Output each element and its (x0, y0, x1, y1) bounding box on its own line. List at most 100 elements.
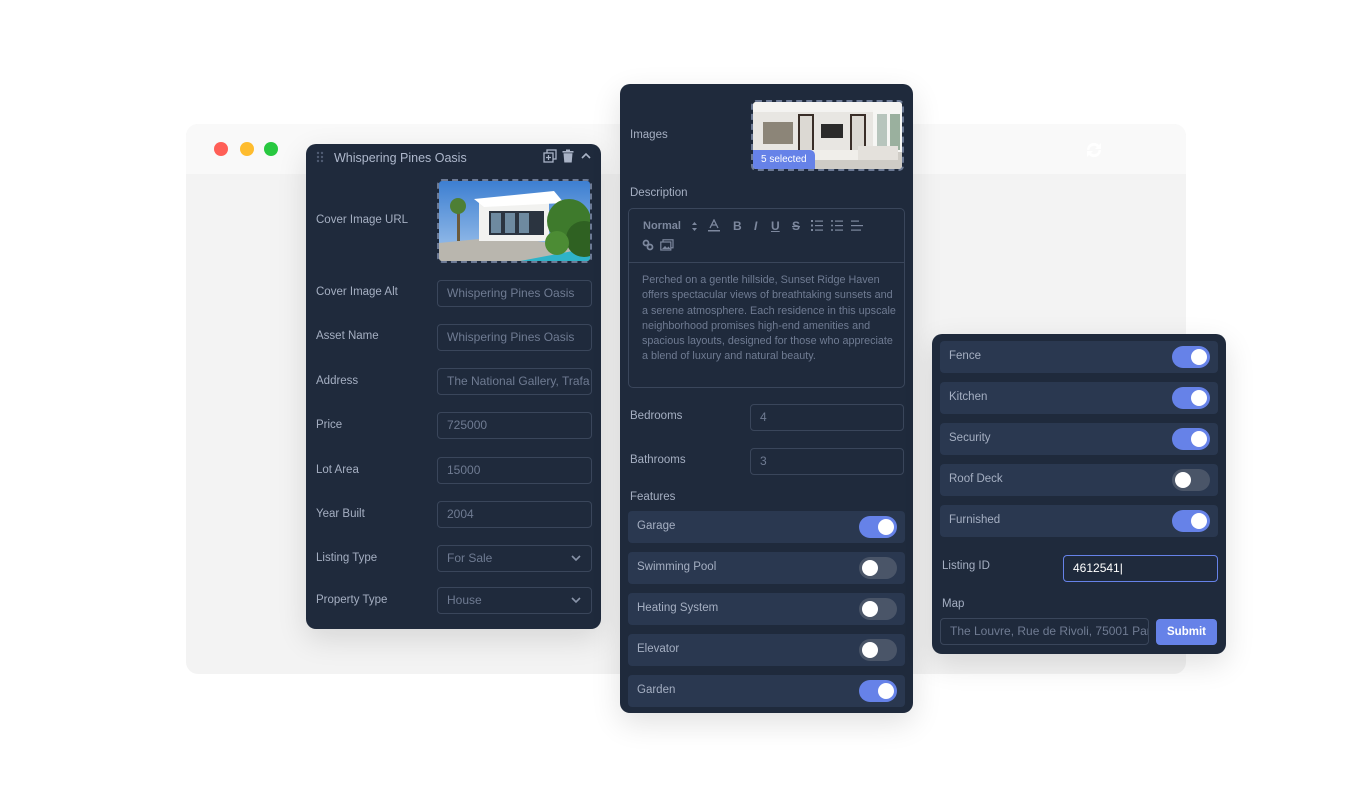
minimize-window-button[interactable] (240, 142, 254, 156)
cover-image-thumbnail (439, 181, 590, 261)
property-type-value: House (447, 593, 482, 607)
feature-label: Roof Deck (949, 473, 1003, 485)
description-label: Description (630, 187, 688, 199)
listing-id-input[interactable]: 4612541| (1063, 555, 1218, 582)
feature-label: Kitchen (949, 391, 988, 403)
description-editor[interactable]: Normal B I U S Perched on a gentle hills… (628, 208, 905, 388)
property-type-label: Property Type (316, 594, 388, 606)
cover-image-dropzone[interactable] (437, 179, 592, 263)
toggle-knob (1191, 431, 1207, 447)
feature-toggle[interactable] (1172, 510, 1210, 532)
duplicate-icon[interactable] (543, 149, 557, 163)
ordered-list-icon[interactable] (811, 220, 823, 231)
listing-type-value: For Sale (447, 551, 493, 565)
feature-row: Garden (628, 675, 905, 707)
toggle-knob (862, 601, 878, 617)
select-arrows-icon (692, 222, 697, 231)
listing-type-select[interactable]: For Sale (437, 545, 592, 572)
cover-image-alt-input[interactable]: Whispering Pines Oasis (437, 280, 592, 307)
feature-label: Heating System (637, 602, 719, 614)
align-icon[interactable] (851, 220, 863, 231)
trash-icon[interactable] (561, 149, 575, 163)
feature-label: Furnished (949, 514, 1001, 526)
address-input[interactable]: The National Gallery, Trafa (437, 368, 592, 395)
feature-toggle[interactable] (859, 680, 897, 702)
price-input[interactable]: 725000 (437, 412, 592, 439)
lot-area-label: Lot Area (316, 464, 359, 476)
listing-id-value: 4612541 (1073, 561, 1120, 575)
bathrooms-input[interactable]: 3 (750, 448, 904, 475)
heading-select[interactable]: Normal (643, 220, 681, 232)
feature-label: Swimming Pool (637, 561, 717, 573)
feature-toggle[interactable] (1172, 346, 1210, 368)
bedrooms-input[interactable]: 4 (750, 404, 904, 431)
toggle-knob (1191, 390, 1207, 406)
chevron-up-icon[interactable] (579, 149, 593, 163)
toggle-knob (878, 683, 894, 699)
feature-row: Heating System (628, 593, 905, 625)
feature-row: Furnished (940, 505, 1218, 537)
extra-card: Fence Kitchen Security Roof Deck Furnished L… (932, 334, 1226, 654)
images-selected-badge: 5 selected (753, 150, 815, 169)
asset-card-title: Whispering Pines Oasis (334, 151, 467, 165)
details-card: Images 5 selected Description Normal B I… (620, 84, 913, 713)
feature-label: Security (949, 432, 991, 444)
feature-row: Elevator (628, 634, 905, 666)
italic-icon[interactable]: I (754, 219, 757, 233)
link-icon[interactable] (642, 239, 654, 251)
map-label: Map (942, 598, 965, 610)
year-built-input[interactable]: 2004 (437, 501, 592, 528)
asset-name-label: Asset Name (316, 330, 379, 342)
asset-name-input[interactable]: Whispering Pines Oasis (437, 324, 592, 351)
asset-card-header: Whispering Pines Oasis (306, 144, 601, 172)
images-label: Images (630, 129, 668, 141)
editor-toolbar: Normal B I U S (629, 209, 904, 263)
feature-row: Roof Deck (940, 464, 1218, 496)
images-dropzone[interactable]: 5 selected (751, 100, 904, 171)
feature-label: Garden (637, 684, 676, 696)
toggle-knob (1191, 349, 1207, 365)
listing-id-label: Listing ID (942, 560, 990, 572)
text-cursor: | (1119, 561, 1123, 575)
feature-label: Elevator (637, 643, 680, 655)
cover-image-alt-label: Cover Image Alt (316, 286, 398, 298)
map-input[interactable]: The Louvre, Rue de Rivoli, 75001 Pari (940, 618, 1149, 645)
chevron-down-icon (571, 597, 581, 604)
feature-row: Swimming Pool (628, 552, 905, 584)
bathrooms-label: Bathrooms (630, 454, 686, 466)
bedrooms-label: Bedrooms (630, 410, 683, 422)
maximize-window-button[interactable] (264, 142, 278, 156)
property-type-select[interactable]: House (437, 587, 592, 614)
underline-icon[interactable]: U (771, 219, 780, 233)
feature-toggle[interactable] (859, 598, 897, 620)
feature-label: Fence (949, 350, 981, 362)
feature-row: Kitchen (940, 382, 1218, 414)
description-text[interactable]: Perched on a gentle hillside, Sunset Rid… (642, 273, 897, 365)
feature-toggle[interactable] (859, 639, 897, 661)
address-label: Address (316, 375, 359, 387)
year-built-label: Year Built (316, 508, 365, 520)
close-window-button[interactable] (214, 142, 228, 156)
bullet-list-icon[interactable] (831, 220, 843, 231)
toggle-knob (862, 560, 878, 576)
feature-toggle[interactable] (1172, 387, 1210, 409)
feature-toggle[interactable] (1172, 469, 1210, 491)
feature-row: Security (940, 423, 1218, 455)
feature-toggle[interactable] (1172, 428, 1210, 450)
toggle-knob (862, 642, 878, 658)
feature-label: Garage (637, 520, 676, 532)
lot-area-input[interactable]: 15000 (437, 457, 592, 484)
text-color-icon[interactable] (708, 219, 720, 232)
listing-type-label: Listing Type (316, 552, 378, 564)
submit-button[interactable]: Submit (1156, 619, 1217, 645)
feature-toggle[interactable] (859, 516, 897, 538)
feature-toggle[interactable] (859, 557, 897, 579)
drag-handle-icon[interactable] (316, 151, 324, 163)
toggle-knob (878, 519, 894, 535)
strikethrough-icon[interactable]: S (792, 219, 800, 233)
toggle-knob (1191, 513, 1207, 529)
bold-icon[interactable]: B (733, 219, 742, 233)
image-icon[interactable] (660, 239, 674, 251)
refresh-icon[interactable] (1082, 138, 1106, 162)
feature-row: Garage (628, 511, 905, 543)
